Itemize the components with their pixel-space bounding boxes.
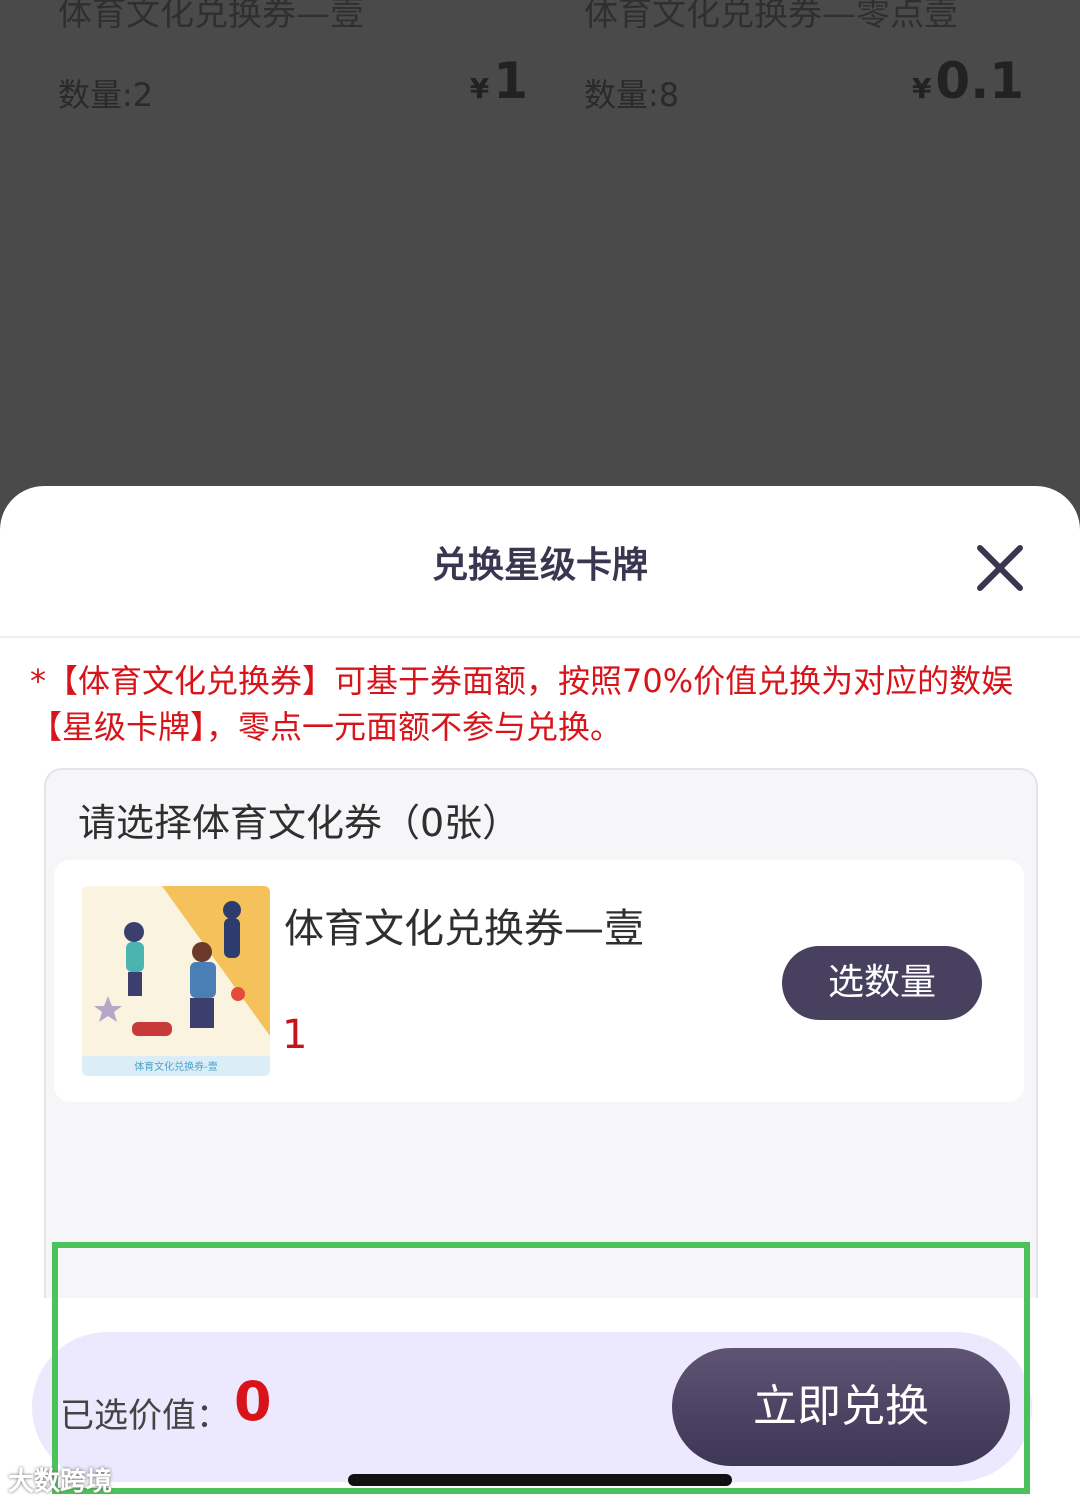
close-icon[interactable] <box>972 540 1028 596</box>
selected-value-label: 已选价值： <box>60 1396 230 1436</box>
voucher-price: ¥0.1 <box>912 52 1024 110</box>
watermark: 大数跨境 <box>8 1467 113 1497</box>
voucher-price: ¥1 <box>470 52 528 110</box>
voucher-quantity: 数量:2 <box>58 76 154 114</box>
header-divider <box>0 636 1080 638</box>
redeem-now-button[interactable]: 立即兑换 <box>672 1348 1010 1466</box>
voucher-card-1: 体育文化兑换券—壹 数量:2 ¥1 <box>58 0 528 130</box>
voucher-count: 1 <box>282 1012 308 1058</box>
voucher-quantity: 数量:8 <box>584 76 680 114</box>
voucher-title: 体育文化兑换券—零点壹 <box>584 0 958 34</box>
exchange-sheet: 兑换星级卡牌 *【体育文化兑换券】可基于券面额，按照70%价值兑换为对应的数娱【… <box>0 486 1080 1511</box>
currency-symbol: ¥ <box>911 72 932 105</box>
home-indicator <box>348 1474 732 1486</box>
panel-title: 请选择体育文化券（0张） <box>78 801 521 845</box>
exchange-notice: *【体育文化兑换券】可基于券面额，按照70%价值兑换为对应的数娱【星级卡牌】，零… <box>30 662 1014 746</box>
selection-summary-bar: 已选价值： 0 立即兑换 <box>32 1332 1032 1482</box>
currency-symbol: ¥ <box>469 72 490 105</box>
selected-value: 0 <box>234 1370 272 1433</box>
voucher-list-item: 体育文化兑换券-壹 体育文化兑换券—壹 1 选数量 <box>54 860 1024 1102</box>
voucher-title: 体育文化兑换券—壹 <box>58 0 364 34</box>
select-quantity-button[interactable]: 选数量 <box>782 946 982 1020</box>
price-value: 1 <box>493 52 528 110</box>
price-value: 0.1 <box>935 52 1024 110</box>
sheet-title: 兑换星级卡牌 <box>431 545 648 586</box>
voucher-select-panel: 请选择体育文化券（0张） 体育文化兑换券-壹 体育文化兑换券—壹 1 选数量 <box>44 768 1038 1332</box>
thumbnail-caption: 体育文化兑换券-壹 <box>134 1060 218 1073</box>
voucher-thumbnail: 体育文化兑换券-壹 <box>82 886 270 1076</box>
voucher-name: 体育文化兑换券—壹 <box>284 906 644 952</box>
voucher-card-2: 体育文化兑换券—零点壹 数量:8 ¥0.1 <box>584 0 1024 130</box>
